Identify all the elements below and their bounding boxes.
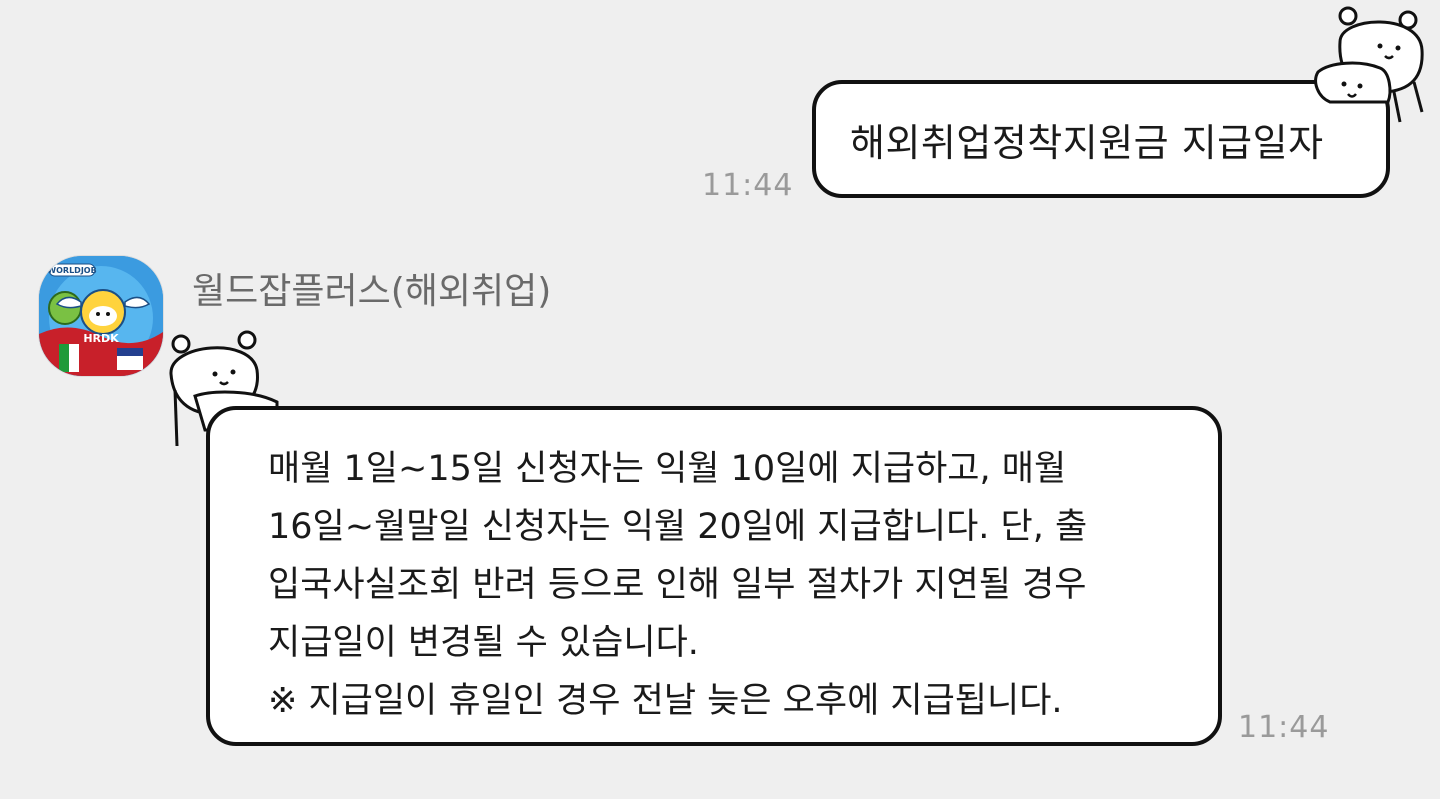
message-line: 입국사실조회 반려 등으로 인해 일부 절차가 지연될 경우: [268, 565, 1087, 605]
avatar[interactable]: WORLDJOB HRDK: [38, 255, 164, 377]
sender-name: 월드잡플러스(해외취업): [192, 271, 552, 312]
avatar-badge-text: WORLDJOB: [47, 266, 96, 275]
outgoing-message-bubble[interactable]: 해외취업정착지원금 지급일자: [812, 80, 1390, 198]
message-line: 16일~월말일 신청자는 익월 20일에 지급합니다. 단, 출: [268, 507, 1088, 547]
worldjob-mascot-avatar: WORLDJOB HRDK: [39, 256, 163, 376]
message-line: 매월 1일~15일 신청자는 익월 10일에 지급하고, 매월: [268, 449, 1067, 489]
message-line: ※ 지급일이 휴일인 경우 전날 늦은 오후에 지급됩니다.: [268, 681, 1063, 721]
avatar-mark-text: HRDK: [83, 332, 119, 345]
bear-sticker-icon: [1314, 6, 1424, 123]
message-line: 지급일이 변경될 수 있습니다.: [268, 623, 699, 663]
incoming-timestamp: 11:44: [1238, 710, 1330, 745]
outgoing-timestamp: 11:44: [702, 168, 794, 203]
chat-screen: 해외취업정착지원금 지급일자 11:44 WORLDJOB HRDK 월드잡플러…: [0, 0, 1440, 799]
outgoing-message-text: 해외취업정착지원금 지급일자: [850, 120, 1324, 165]
incoming-message-bubble[interactable]: 매월 1일~15일 신청자는 익월 10일에 지급하고, 매월 16일~월말일 …: [206, 406, 1222, 746]
